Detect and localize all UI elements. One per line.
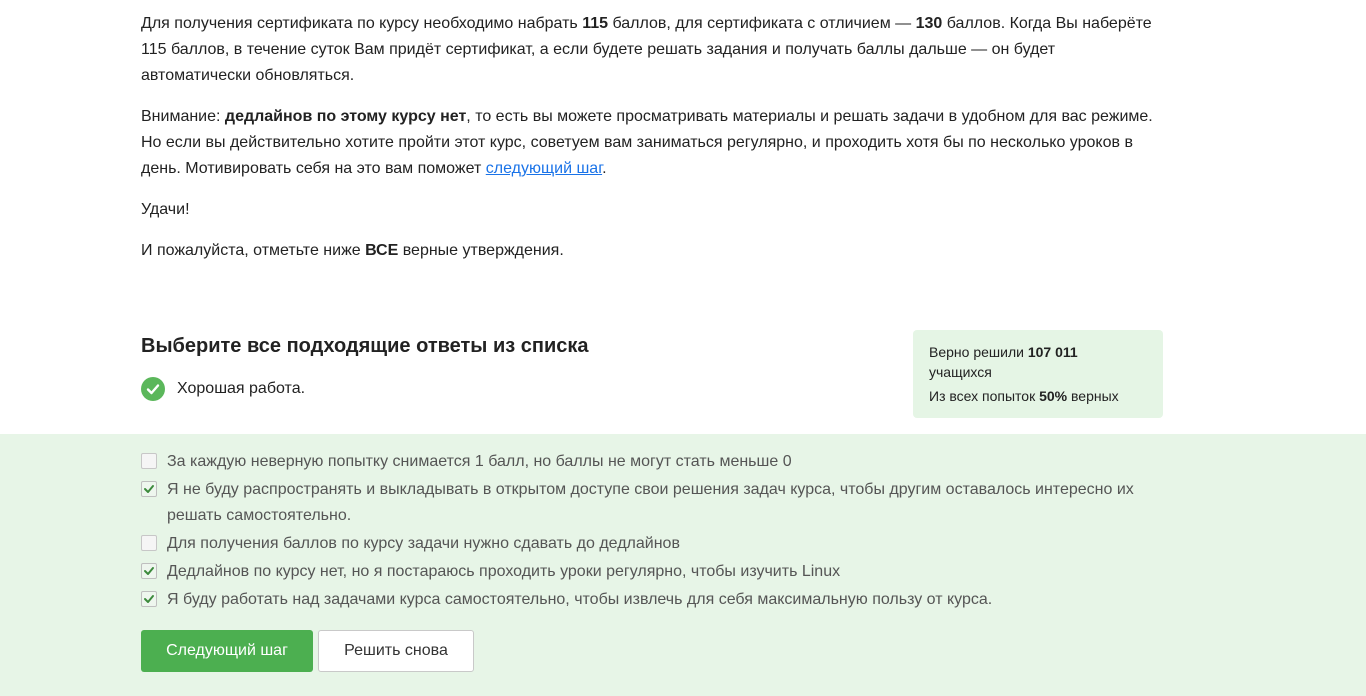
options-list: За каждую неверную попытку снимается 1 б… bbox=[141, 449, 1171, 615]
text: верные утверждения. bbox=[398, 242, 564, 259]
stat-label: Верно решили bbox=[929, 344, 1028, 360]
text: И пожалуйста, отметьте ниже bbox=[141, 242, 366, 259]
text: Для получения сертификата по курсу необх… bbox=[141, 15, 583, 32]
stats-box: Верно решили 107 011 учащихся Из всех поп… bbox=[913, 330, 1163, 418]
feedback-text: Хорошая работа. bbox=[177, 380, 306, 397]
option-item[interactable]: Я не буду распространять и выкладывать в… bbox=[141, 477, 1171, 529]
checkbox[interactable] bbox=[141, 591, 157, 607]
intro-paragraph-2: Внимание: дедлайнов по этому курсу нет, … bbox=[141, 104, 1166, 182]
text: . bbox=[602, 160, 607, 177]
answers-panel: За каждую неверную попытку снимается 1 б… bbox=[0, 434, 1366, 696]
bold-text: ВСЕ bbox=[365, 242, 399, 259]
stat-label: Из всех попыток bbox=[929, 388, 1040, 404]
option-label: Я буду работать над задачами курса самос… bbox=[167, 591, 993, 608]
checkbox[interactable] bbox=[141, 481, 157, 497]
next-step-button[interactable]: Следующий шаг bbox=[141, 630, 313, 672]
text: баллов, для сертификата с отличием — bbox=[608, 15, 916, 32]
feedback: Хорошая работа. bbox=[141, 377, 305, 401]
option-label: За каждую неверную попытку снимается 1 б… bbox=[167, 453, 792, 470]
checkmark-icon bbox=[144, 595, 154, 603]
stat-label: верных bbox=[1067, 388, 1119, 404]
intro-paragraph-1: Для получения сертификата по курсу необх… bbox=[141, 11, 1166, 89]
bold-text: дедлайнов по этому курсу нет bbox=[224, 108, 467, 125]
intro-paragraph-4: И пожалуйста, отметьте ниже ВСЕ верные у… bbox=[141, 238, 1166, 264]
option-label: Я не буду распространять и выкладывать в… bbox=[167, 481, 1134, 524]
checkmark-icon bbox=[144, 567, 154, 575]
checkbox[interactable] bbox=[141, 563, 157, 579]
success-check-icon bbox=[141, 377, 165, 401]
bold-text: 130 bbox=[915, 15, 943, 32]
next-step-link[interactable]: следующий шаг bbox=[486, 160, 602, 177]
solved-stat: Верно решили 107 011 учащихся bbox=[929, 342, 1147, 382]
option-item[interactable]: За каждую неверную попытку снимается 1 б… bbox=[141, 449, 1171, 475]
checkbox[interactable] bbox=[141, 453, 157, 469]
action-buttons: Следующий шаг Решить снова bbox=[141, 630, 474, 672]
option-label: Для получения баллов по курсу задачи нуж… bbox=[167, 535, 680, 552]
intro-paragraph-3: Удачи! bbox=[141, 201, 190, 218]
checkbox[interactable] bbox=[141, 535, 157, 551]
checkmark-icon bbox=[144, 485, 154, 493]
option-item[interactable]: Дедлайнов по курсу нет, но я постараюсь … bbox=[141, 559, 1171, 585]
option-item[interactable]: Я буду работать над задачами курса самос… bbox=[141, 587, 1171, 613]
retry-button[interactable]: Решить снова bbox=[318, 630, 474, 672]
quiz-title: Выберите все подходящие ответы из списка bbox=[141, 335, 589, 357]
option-item[interactable]: Для получения баллов по курсу задачи нуж… bbox=[141, 531, 1171, 557]
attempts-stat: Из всех попыток 50% верных bbox=[929, 386, 1147, 406]
stat-value: 50% bbox=[1039, 388, 1068, 404]
stat-value: 107 011 bbox=[1027, 344, 1078, 360]
option-label: Дедлайнов по курсу нет, но я постараюсь … bbox=[167, 563, 841, 580]
text: Внимание: bbox=[141, 108, 225, 125]
stat-label: учащихся bbox=[929, 364, 992, 380]
bold-text: 115 bbox=[582, 15, 609, 32]
step-text: Для получения сертификата по курсу необх… bbox=[141, 11, 1166, 279]
